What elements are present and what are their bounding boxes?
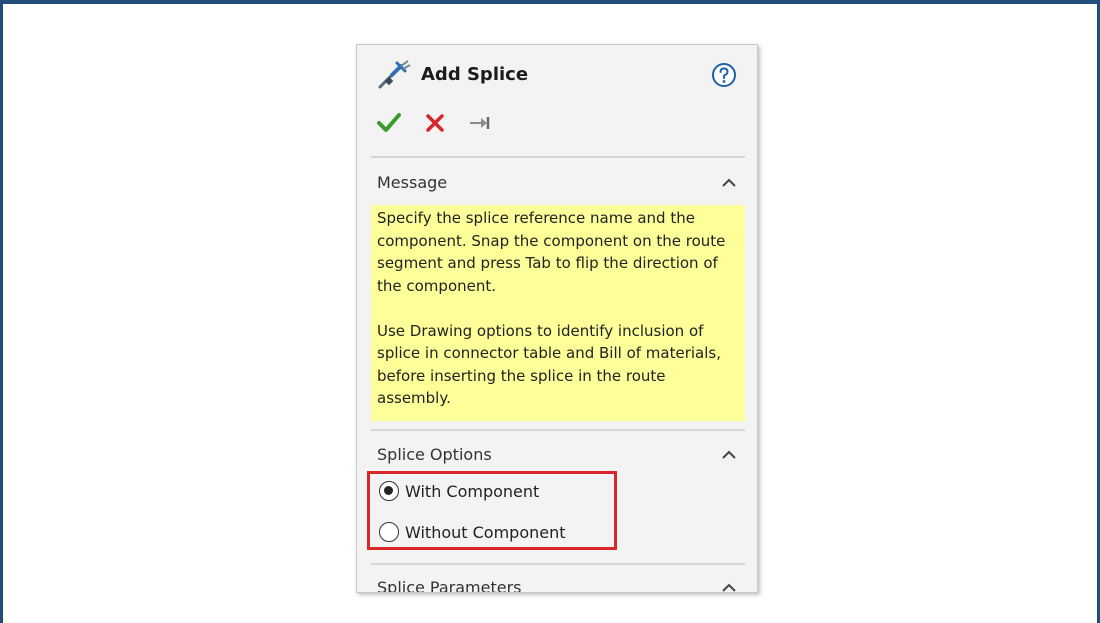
section-divider: [371, 156, 745, 158]
checkmark-icon[interactable]: [375, 109, 403, 137]
radio-button[interactable]: [379, 522, 399, 542]
radio-label: Without Component: [405, 523, 566, 542]
message-section-title: Message: [377, 173, 448, 192]
radio-label: With Component: [405, 482, 540, 501]
message-box: Specify the splice reference name and th…: [371, 205, 745, 421]
message-text: Use Drawing options to identify inclusio…: [377, 321, 721, 408]
property-manager-panel: Add Splice Message Specify the splice re…: [356, 44, 758, 593]
panel-title-row: Add Splice: [377, 59, 737, 91]
section-divider: [371, 563, 745, 565]
message-text: Specify the splice reference name and th…: [377, 209, 726, 295]
message-section-header[interactable]: Message: [377, 171, 739, 195]
chevron-up-icon[interactable]: [719, 173, 739, 193]
splice-options-section-header[interactable]: Splice Options: [377, 443, 739, 467]
close-icon[interactable]: [421, 109, 449, 137]
splice-options-title: Splice Options: [377, 445, 492, 464]
chevron-up-icon[interactable]: [719, 578, 739, 592]
help-icon[interactable]: [711, 62, 737, 88]
splice-parameters-section-header[interactable]: Splice Parameters: [377, 576, 739, 593]
splice-icon: [377, 59, 413, 91]
pushpin-icon[interactable]: [467, 109, 495, 137]
chevron-up-icon[interactable]: [719, 445, 739, 465]
action-buttons: [375, 109, 515, 137]
radio-button-selected[interactable]: [379, 481, 399, 501]
panel-title: Add Splice: [421, 64, 529, 85]
section-divider: [371, 429, 745, 431]
splice-parameters-title: Splice Parameters: [377, 578, 522, 593]
